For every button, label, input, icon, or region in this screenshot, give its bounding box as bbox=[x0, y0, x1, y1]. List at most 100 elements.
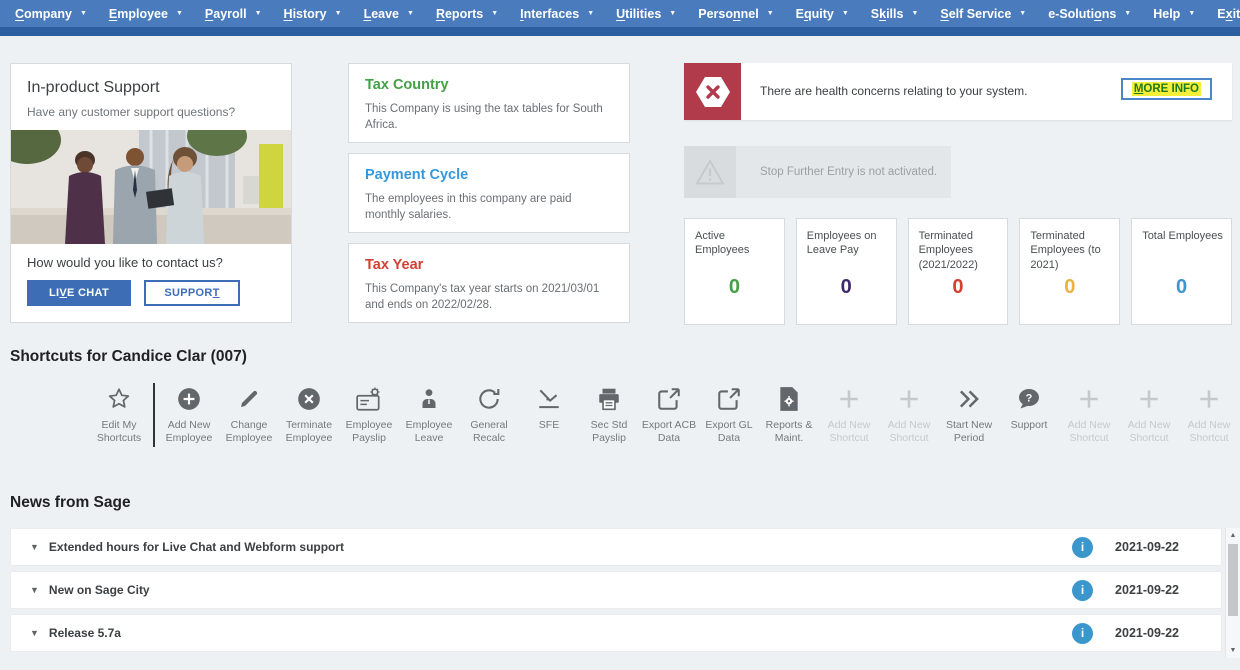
tax-country-card: Tax CountryThis Company is using the tax… bbox=[348, 63, 630, 143]
chevron-down-icon: ▼ bbox=[911, 10, 918, 17]
shortcut-add-new-shortcut-17: Add New Shortcut bbox=[1119, 382, 1179, 445]
menu-exit[interactable]: Exit bbox=[1206, 7, 1240, 21]
scroll-down-icon[interactable]: ▼ bbox=[1226, 647, 1240, 654]
shortcut-change-employee[interactable]: Change Employee bbox=[219, 382, 279, 445]
add-circle-icon bbox=[159, 382, 219, 416]
shortcut-support[interactable]: ? Support bbox=[999, 382, 1059, 432]
shortcut-sec-std-payslip[interactable]: Sec Std Payslip bbox=[579, 382, 639, 445]
shortcut-label: Employee Leave bbox=[399, 419, 459, 445]
news-heading: News from Sage bbox=[10, 494, 131, 512]
tax-year-card: Tax Year This Company's tax year starts o… bbox=[348, 243, 630, 323]
menu-label: Company bbox=[15, 7, 72, 21]
health-alert-banner: There are health concerns relating to yo… bbox=[684, 63, 1232, 120]
info-icon[interactable]: i bbox=[1072, 537, 1093, 558]
export-icon bbox=[699, 382, 759, 416]
scrollbar-thumb[interactable] bbox=[1228, 544, 1238, 616]
shortcut-label: Add New Shortcut bbox=[879, 419, 939, 445]
menu-self-service[interactable]: Self Service▼ bbox=[929, 7, 1037, 21]
shortcut-employee-payslip[interactable]: Employee Payslip bbox=[339, 382, 399, 445]
card-title: Payment Cycle bbox=[365, 167, 613, 183]
menu-employee[interactable]: Employee▼ bbox=[98, 7, 194, 21]
shortcut-label: Terminate Employee bbox=[279, 419, 339, 445]
shortcut-reports-maint[interactable]: Reports & Maint. bbox=[759, 382, 819, 445]
person-icon bbox=[399, 382, 459, 416]
menu-payroll[interactable]: Payroll▼ bbox=[194, 7, 273, 21]
shortcut-export-gl-data[interactable]: Export GL Data bbox=[699, 382, 759, 445]
news-row-release-5-7a[interactable]: ▼Release 5.7ai2021-09-22 bbox=[10, 614, 1222, 652]
shortcut-add-new-shortcut-16: Add New Shortcut bbox=[1059, 382, 1119, 445]
shortcut-label: Change Employee bbox=[219, 419, 279, 445]
shortcut-general-recalc[interactable]: General Recalc bbox=[459, 382, 519, 445]
stat-value: 0 bbox=[909, 276, 1008, 299]
employee-stats-row: Active Employees0Employees on Leave Pay0… bbox=[684, 218, 1232, 325]
shortcut-export-acb-data[interactable]: Export ACB Data bbox=[639, 382, 699, 445]
news-scrollbar[interactable]: ▲ ▼ bbox=[1225, 528, 1240, 658]
support-button[interactable]: SUPPORT bbox=[144, 280, 240, 306]
sfe-icon-box bbox=[684, 146, 736, 198]
stat-value: 0 bbox=[797, 276, 896, 299]
card-text: This Company's tax year starts on 2021/0… bbox=[365, 281, 613, 313]
shortcut-add-new-employee[interactable]: Add New Employee bbox=[159, 382, 219, 445]
shortcut-label: General Recalc bbox=[459, 419, 519, 445]
svg-text:?: ? bbox=[1026, 393, 1033, 405]
menu-label: Exit bbox=[1217, 7, 1240, 21]
news-date: 2021-09-22 bbox=[1115, 626, 1179, 640]
menu-equity[interactable]: Equity▼ bbox=[785, 7, 860, 21]
shortcut-terminate-employee[interactable]: Terminate Employee bbox=[279, 382, 339, 445]
plus-icon bbox=[879, 382, 939, 416]
news-row-extended-hours-for-live-chat-and-webform-support[interactable]: ▼Extended hours for Live Chat and Webfor… bbox=[10, 528, 1222, 566]
menu-leave[interactable]: Leave▼ bbox=[353, 7, 425, 21]
info-icon[interactable]: i bbox=[1072, 580, 1093, 601]
menu-history[interactable]: History▼ bbox=[273, 7, 353, 21]
shortcut-sfe[interactable]: SFE bbox=[519, 382, 579, 432]
chevron-down-icon: ▼ bbox=[1019, 10, 1026, 17]
support-contact-question: How would you like to contact us? bbox=[27, 255, 275, 270]
doc-gear-icon bbox=[759, 382, 819, 416]
chevron-down-icon: ▼ bbox=[842, 10, 849, 17]
caret-down-icon[interactable]: ▼ bbox=[30, 542, 39, 552]
stat-label: Terminated Employees (2021/2022) bbox=[909, 219, 1008, 272]
hexagon-x-icon bbox=[695, 76, 731, 108]
stat-label: Terminated Employees (to 2021) bbox=[1020, 219, 1119, 272]
shortcut-label: SFE bbox=[519, 419, 579, 432]
shortcut-edit-my-shortcuts[interactable]: Edit My Shortcuts bbox=[85, 382, 153, 445]
shortcut-label: Support bbox=[999, 419, 1059, 432]
stat-value: 0 bbox=[1020, 276, 1119, 299]
menu-skills[interactable]: Skills▼ bbox=[860, 7, 930, 21]
menu-interfaces[interactable]: Interfaces▼ bbox=[509, 7, 605, 21]
company-info-cards: Tax CountryThis Company is using the tax… bbox=[348, 63, 630, 323]
sfe-text: Stop Further Entry is not activated. bbox=[760, 146, 937, 198]
live-chat-button[interactable]: LIVE CHAT bbox=[27, 280, 131, 306]
menu-personnel[interactable]: Personnel▼ bbox=[687, 7, 784, 21]
menu-label: Help bbox=[1153, 7, 1180, 21]
support-card-subtitle: Have any customer support questions? bbox=[27, 105, 275, 119]
caret-down-icon[interactable]: ▼ bbox=[30, 585, 39, 595]
printer-icon bbox=[579, 382, 639, 416]
scroll-up-icon[interactable]: ▲ bbox=[1226, 532, 1240, 539]
more-info-label: MORE INFO bbox=[1132, 82, 1201, 96]
menu-reports[interactable]: Reports▼ bbox=[425, 7, 509, 21]
chevron-down-icon: ▼ bbox=[669, 10, 676, 17]
menu-company[interactable]: Company▼ bbox=[4, 7, 98, 21]
news-row-new-on-sage-city[interactable]: ▼ New on Sage City i 2021-09-22 bbox=[10, 571, 1222, 609]
more-info-button[interactable]: MORE INFO bbox=[1121, 78, 1212, 100]
shortcut-employee-leave[interactable]: Employee Leave bbox=[399, 382, 459, 445]
warning-triangle-icon bbox=[695, 158, 725, 186]
pencil-icon bbox=[219, 382, 279, 416]
chevron-down-icon: ▼ bbox=[335, 10, 342, 17]
card-title: Tax Country bbox=[365, 77, 613, 93]
menu-e-solutions[interactable]: e-Solutions▼ bbox=[1037, 7, 1142, 21]
card-title: Tax Year bbox=[365, 257, 613, 273]
stat-value: 0 bbox=[1132, 276, 1231, 299]
info-icon[interactable]: i bbox=[1072, 623, 1093, 644]
menu-help[interactable]: Help▼ bbox=[1142, 7, 1206, 21]
menu-utilities[interactable]: Utilities▼ bbox=[605, 7, 687, 21]
news-title: New on Sage City bbox=[49, 583, 150, 597]
export-icon bbox=[639, 382, 699, 416]
news-date: 2021-09-22 bbox=[1115, 583, 1179, 597]
shortcuts-toolbar: Edit My ShortcutsAdd New EmployeeChange … bbox=[85, 382, 1239, 447]
shortcut-start-new-period[interactable]: Start New Period bbox=[939, 382, 999, 445]
caret-down-icon[interactable]: ▼ bbox=[30, 628, 39, 638]
chevron-down-icon: ▼ bbox=[176, 10, 183, 17]
menu-label: Interfaces bbox=[520, 7, 579, 21]
